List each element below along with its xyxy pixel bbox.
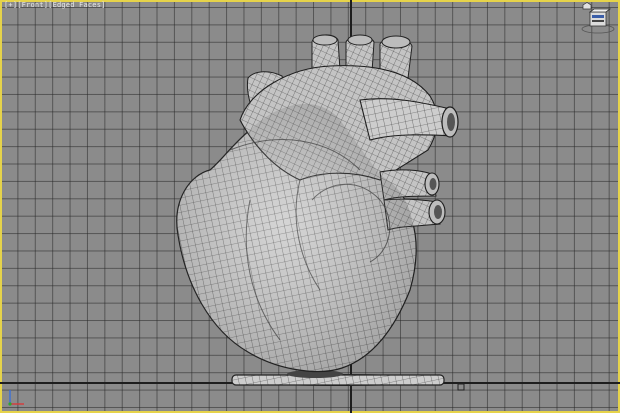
front-viewport[interactable]: [+][Front][Edged Faces] <box>0 0 620 413</box>
base-plate <box>231 370 445 386</box>
home-icon <box>582 2 592 10</box>
aorta-tube <box>359 98 453 141</box>
axis-gizmo-icon <box>8 390 24 406</box>
heart-mesh[interactable] <box>0 0 620 413</box>
viewcube-icon[interactable] <box>578 2 616 36</box>
